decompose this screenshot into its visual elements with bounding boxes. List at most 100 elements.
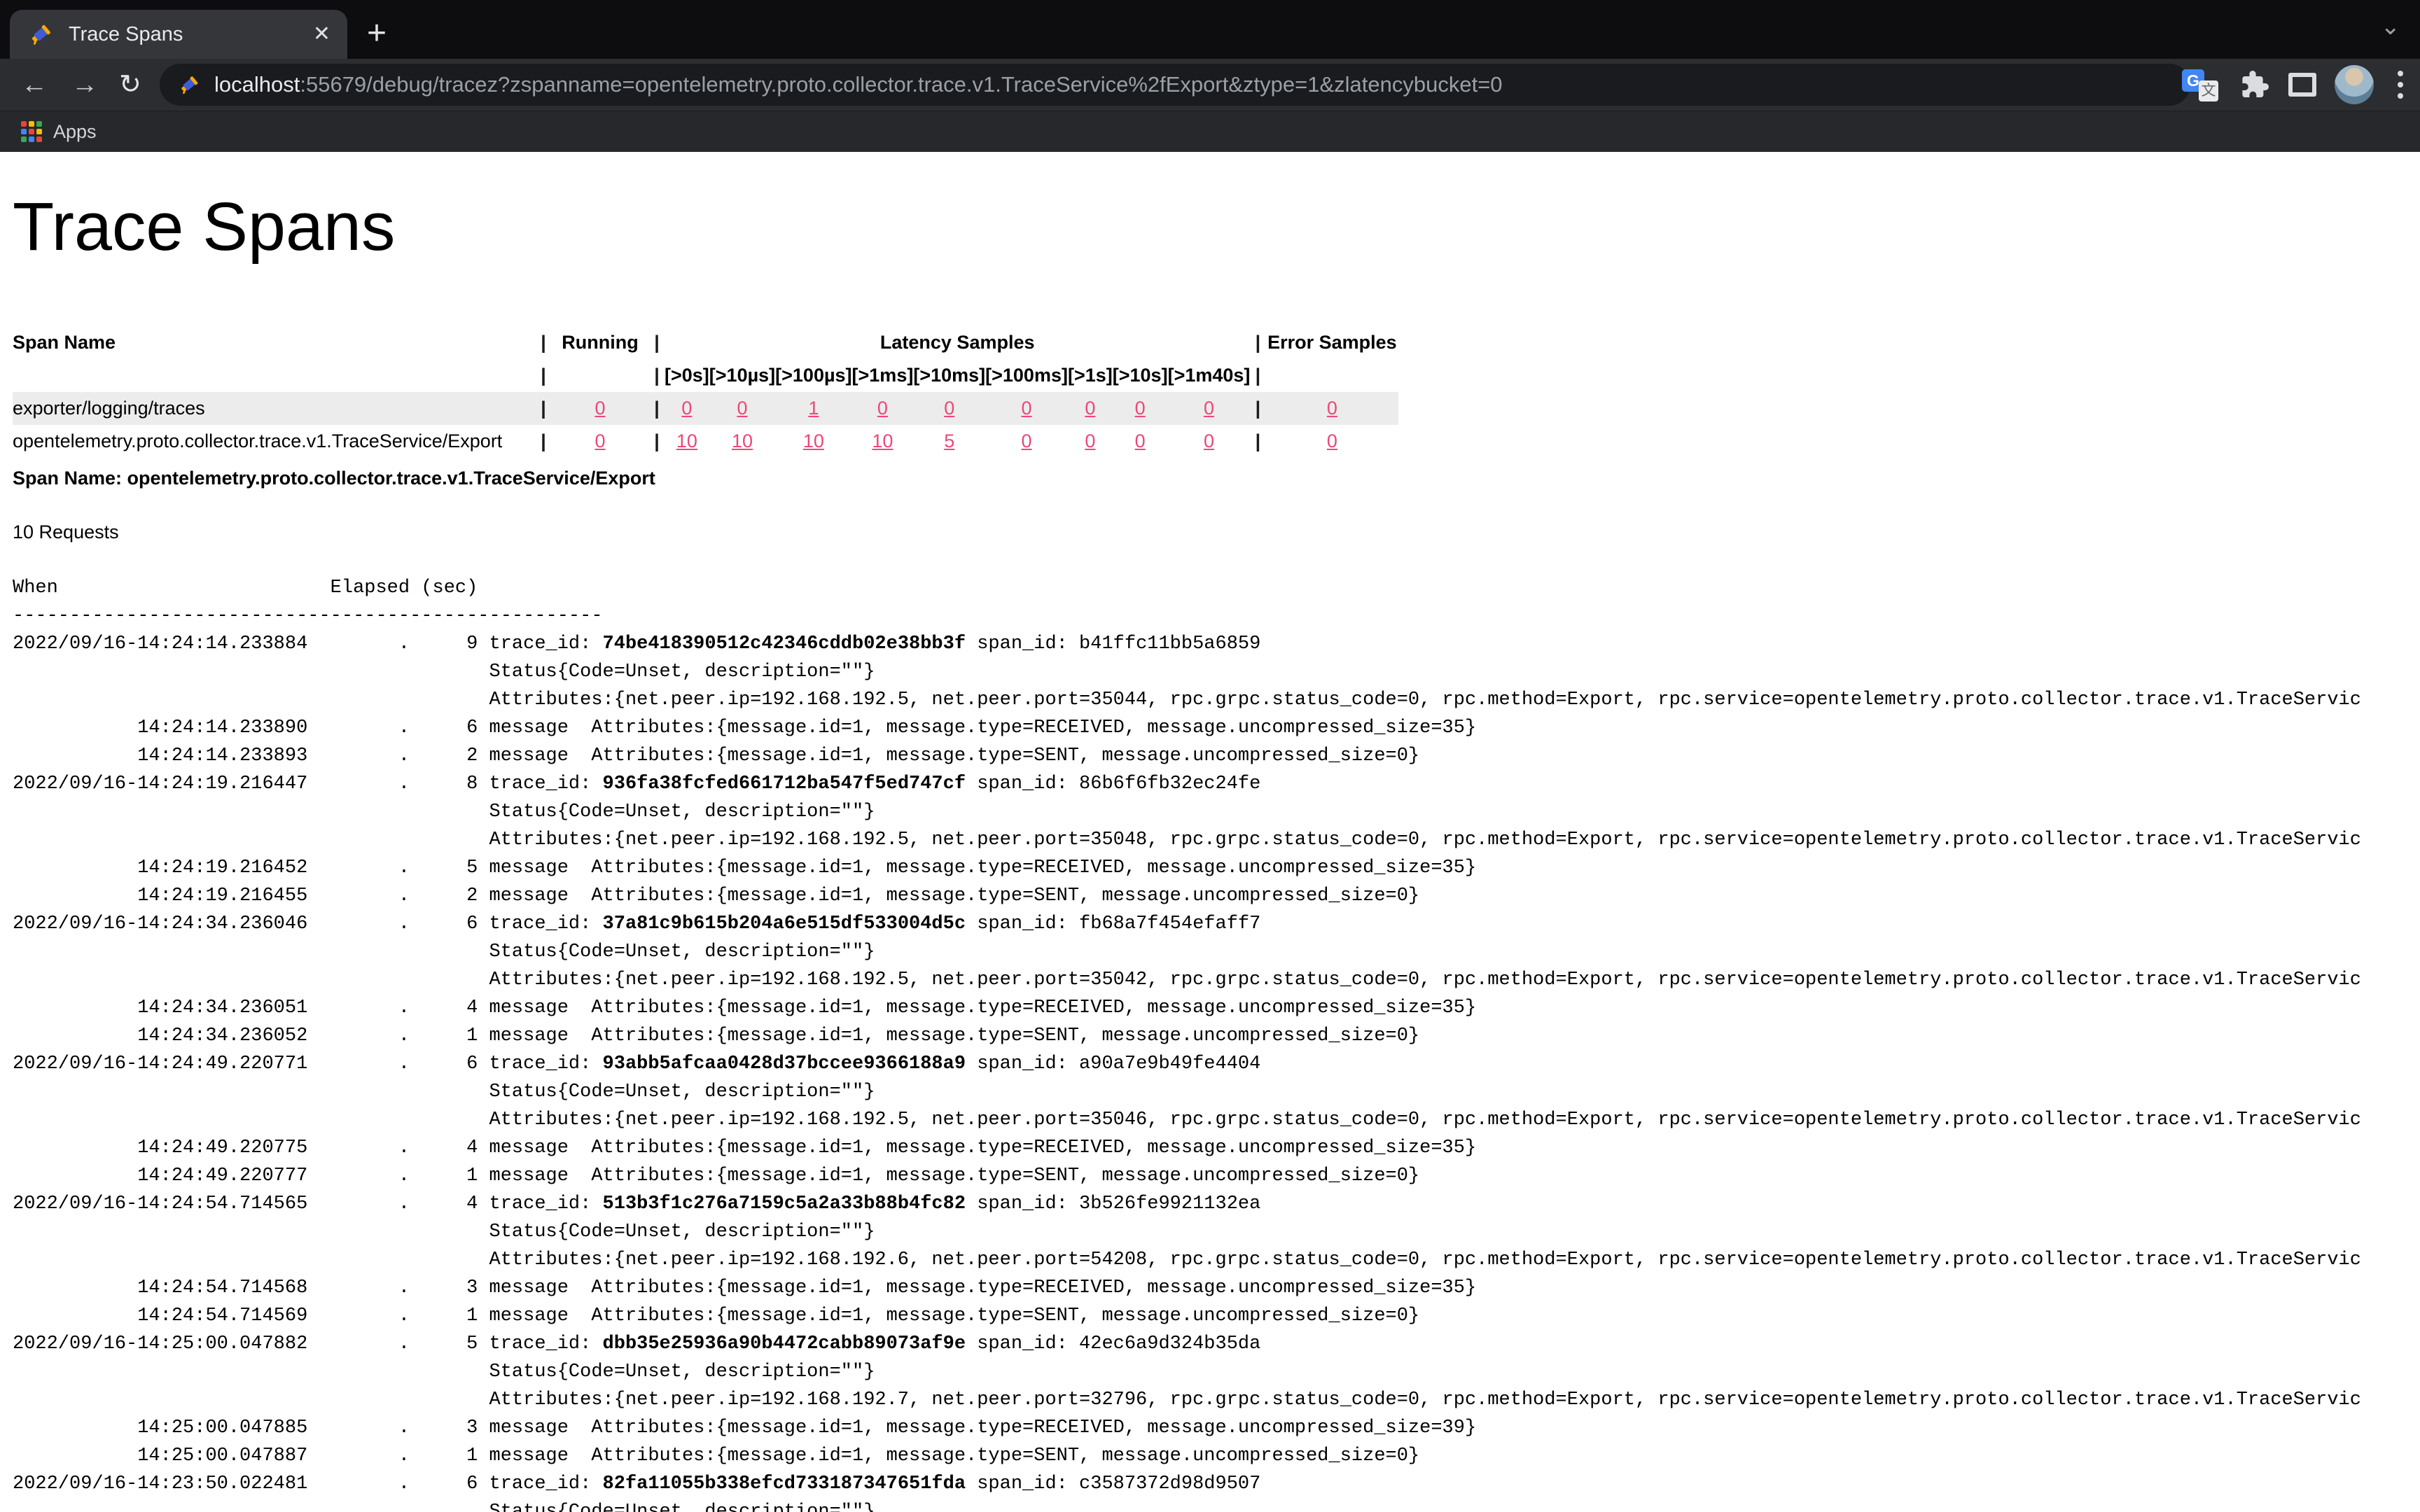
telescope-favicon-icon	[178, 74, 200, 96]
log-line: 14:24:34.236051 . 4 message Attributes:{…	[13, 994, 2420, 1022]
column-separator: |	[536, 326, 551, 359]
error-samples-link[interactable]: 0	[1327, 430, 1337, 451]
latency-bucket-link[interactable]: 0	[944, 398, 954, 419]
bucket-label: [>0s]	[665, 359, 709, 392]
log-line: 14:24:19.216455 . 2 message Attributes:{…	[13, 882, 2420, 910]
log-line: 2022/09/16-14:24:49.220771 . 6 trace_id:…	[13, 1050, 2420, 1078]
trace-id: 37a81c9b615b204a6e515df533004d5c	[603, 913, 966, 934]
reload-button[interactable]: ↻	[119, 67, 141, 102]
latency-bucket-link[interactable]: 5	[944, 430, 954, 451]
trace-id: 513b3f1c276a7159c5a2a33b88b4fc82	[603, 1194, 966, 1214]
latency-bucket-link[interactable]: 1	[808, 398, 819, 419]
latency-bucket-link[interactable]: 10	[732, 430, 753, 451]
log-line: 14:24:19.216452 . 5 message Attributes:{…	[13, 854, 2420, 882]
extensions-puzzle-icon[interactable]	[2237, 68, 2270, 102]
bookmark-apps[interactable]: Apps	[53, 121, 97, 143]
bucket-label: [>10s]	[1113, 359, 1168, 392]
bucket-label: [>1m40s]	[1168, 359, 1251, 392]
column-separator: |	[536, 359, 551, 392]
column-separator: |	[1250, 425, 1265, 458]
column-separator: |	[1250, 359, 1265, 392]
latency-bucket-link[interactable]: 10	[676, 430, 697, 451]
trace-id: dbb35e25936a90b4472cabb89073af9e	[603, 1334, 966, 1354]
url-path: :55679/debug/tracez?zspanname=openteleme…	[300, 72, 1502, 97]
log-line: 2022/09/16-14:24:54.714565 . 4 trace_id:…	[13, 1190, 2420, 1218]
log-line: 2022/09/16-14:24:14.233884 . 9 trace_id:…	[13, 630, 2420, 658]
span-name-cell: exporter/logging/traces	[13, 392, 536, 425]
latency-bucket-link[interactable]: 0	[1204, 430, 1214, 451]
log-column-header: When Elapsed (sec)	[13, 574, 2420, 602]
new-tab-button[interactable]: +	[367, 11, 387, 56]
latency-bucket-link[interactable]: 0	[1135, 398, 1146, 419]
table-row: opentelemetry.proto.collector.trace.v1.T…	[13, 425, 1398, 458]
log-line: Status{Code=Unset, description=""}	[13, 1218, 2420, 1246]
log-line: Attributes:{net.peer.ip=192.168.192.5, n…	[13, 826, 2420, 854]
error-samples-link[interactable]: 0	[1327, 398, 1337, 419]
log-line: Status{Code=Unset, description=""}	[13, 1498, 2420, 1512]
browser-menu-icon[interactable]	[2392, 71, 2409, 99]
log-line: 14:24:54.714568 . 3 message Attributes:{…	[13, 1274, 2420, 1302]
page-title: Trace Spans	[13, 190, 2420, 265]
log-line: Attributes:{net.peer.ip=192.168.192.6, n…	[13, 1246, 2420, 1274]
log-line: Status{Code=Unset, description=""}	[13, 1358, 2420, 1386]
column-separator: |	[1250, 392, 1265, 425]
tab-title: Trace Spans	[69, 23, 313, 46]
log-line: 14:24:14.233893 . 2 message Attributes:{…	[13, 742, 2420, 770]
log-separator: ----------------------------------------…	[13, 602, 2420, 630]
trace-id: 74be418390512c42346cddb02e38bb3f	[603, 634, 966, 654]
column-separator: |	[536, 392, 551, 425]
latency-bucket-link[interactable]: 0	[1022, 430, 1032, 451]
log-line: 2022/09/16-14:23:50.022481 . 6 trace_id:…	[13, 1470, 2420, 1498]
back-button[interactable]: ←	[21, 67, 48, 102]
latency-bucket-link[interactable]: 0	[681, 398, 692, 419]
log-line: 2022/09/16-14:25:00.047882 . 5 trace_id:…	[13, 1330, 2420, 1358]
browser-tab-bar: Trace Spans ✕ + ⌄	[0, 0, 2420, 59]
bucket-label: [>100ms]	[985, 359, 1068, 392]
tab-search-chevron-icon[interactable]: ⌄	[2381, 13, 2401, 41]
latency-bucket-link[interactable]: 0	[1085, 398, 1095, 419]
log-line: Status{Code=Unset, description=""}	[13, 658, 2420, 686]
latency-bucket-link[interactable]: 0	[1204, 398, 1214, 419]
apps-grid-icon[interactable]	[21, 121, 42, 142]
log-line: Attributes:{net.peer.ip=192.168.192.5, n…	[13, 686, 2420, 714]
bucket-label: [>10ms]	[913, 359, 985, 392]
bucket-label: [>1ms]	[852, 359, 914, 392]
url-text: localhost:55679/debug/tracez?zspanname=o…	[214, 72, 1503, 97]
log-line: Attributes:{net.peer.ip=192.168.192.5, n…	[13, 966, 2420, 994]
close-tab-icon[interactable]: ✕	[313, 24, 331, 45]
bookmarks-bar: Apps	[0, 111, 2420, 152]
latency-bucket-link[interactable]: 0	[737, 398, 747, 419]
log-line: 14:24:34.236052 . 1 message Attributes:{…	[13, 1022, 2420, 1050]
log-line: Status{Code=Unset, description=""}	[13, 938, 2420, 966]
latency-bucket-link[interactable]: 0	[877, 398, 888, 419]
telescope-favicon-icon	[28, 22, 53, 47]
trace-id: 936fa38fcfed661712ba547f5ed747cf	[603, 774, 966, 794]
browser-toolbar: ← → ↻ localhost:55679/debug/tracez?zspan…	[0, 59, 2420, 111]
url-bar[interactable]: localhost:55679/debug/tracez?zspanname=o…	[160, 64, 2190, 106]
browser-tab[interactable]: Trace Spans ✕	[10, 10, 347, 59]
translate-icon[interactable]: G 文	[2182, 68, 2218, 102]
request-log: When Elapsed (sec) ---------------------…	[13, 574, 2420, 1512]
profile-avatar[interactable]	[2335, 65, 2374, 104]
log-line: 14:25:00.047885 . 3 message Attributes:{…	[13, 1414, 2420, 1442]
column-separator: |	[649, 392, 665, 425]
col-running: Running	[551, 326, 649, 359]
latency-bucket-link[interactable]: 10	[803, 430, 824, 451]
column-separator: |	[649, 425, 665, 458]
column-separator: |	[649, 359, 665, 392]
latency-bucket-link[interactable]: 0	[1135, 430, 1146, 451]
side-panel-icon[interactable]	[2288, 73, 2316, 97]
span-table: Span Name | Running | Latency Samples | …	[13, 326, 1398, 458]
log-line: Status{Code=Unset, description=""}	[13, 798, 2420, 826]
bucket-header-row: | | [>0s] [>10µs] [>100µs] [>1ms] [>10ms…	[13, 359, 1398, 392]
bucket-label: [>10µs]	[709, 359, 775, 392]
latency-bucket-link[interactable]: 10	[872, 430, 893, 451]
running-count-link[interactable]: 0	[594, 430, 605, 451]
latency-bucket-link[interactable]: 0	[1022, 398, 1032, 419]
col-error-samples: Error Samples	[1265, 326, 1398, 359]
running-count-link[interactable]: 0	[594, 398, 605, 419]
latency-bucket-link[interactable]: 0	[1085, 430, 1095, 451]
col-latency-samples: Latency Samples	[665, 326, 1250, 359]
log-line: 2022/09/16-14:24:19.216447 . 8 trace_id:…	[13, 770, 2420, 798]
forward-button[interactable]: →	[71, 67, 98, 102]
